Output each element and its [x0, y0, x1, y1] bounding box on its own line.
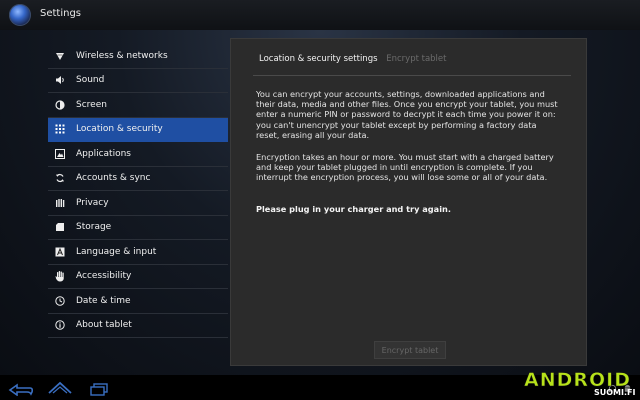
home-icon[interactable] [47, 380, 73, 399]
storage-icon [54, 221, 66, 233]
sidebar-item-screen[interactable]: Screen [48, 93, 228, 118]
sidebar-item-label: Accessibility [76, 271, 132, 282]
back-icon[interactable] [8, 381, 34, 400]
sidebar-item-label: Applications [76, 148, 131, 159]
breadcrumb-location-security[interactable]: Location & security settings [259, 54, 378, 64]
sidebar-item-label: Date & time [76, 295, 131, 306]
sidebar-item-accounts-sync[interactable]: Accounts & sync [48, 167, 228, 191]
watermark-domain: SUOMI.FI [594, 388, 636, 397]
sidebar-item-sound[interactable]: Sound [48, 69, 228, 93]
sidebar-item-label: Wireless & networks [76, 50, 168, 61]
privacy-icon [54, 197, 66, 209]
sidebar-item-label: Sound [76, 75, 105, 86]
encryption-description: You can encrypt your accounts, settings,… [256, 89, 558, 140]
grid-icon [54, 123, 66, 135]
settings-app-icon[interactable] [9, 4, 31, 26]
sync-icon [54, 172, 66, 184]
sidebar-item-label: Language & input [76, 246, 157, 257]
sidebar-item-label: Location & security [76, 124, 163, 135]
brightness-icon [54, 99, 66, 111]
encryption-warning: Encryption takes an hour or more. You mu… [256, 152, 554, 183]
sidebar-item-about-tablet[interactable]: About tablet [48, 314, 228, 338]
sidebar-item-accessibility[interactable]: Accessibility [48, 265, 228, 289]
sidebar-item-date-time[interactable]: Date & time [48, 289, 228, 314]
recent-apps-icon[interactable] [89, 381, 109, 400]
sidebar-item-label: Privacy [76, 197, 109, 208]
speaker-icon [54, 74, 66, 86]
sidebar-item-location-security[interactable]: Location & security [48, 117, 228, 142]
sidebar-item-applications[interactable]: Applications [48, 142, 228, 167]
charger-notice: Please plug in your charger and try agai… [256, 204, 451, 214]
sidebar-item-privacy[interactable]: Privacy [48, 191, 228, 216]
encrypt-tablet-button[interactable]: Encrypt tablet [374, 341, 446, 359]
applications-icon [54, 148, 66, 160]
sidebar-item-wireless-networks[interactable]: Wireless & networks [48, 44, 228, 69]
sidebar-item-label: Screen [76, 99, 107, 110]
sidebar-item-storage[interactable]: Storage [48, 216, 228, 240]
app-title: Settings [40, 8, 82, 19]
hand-icon [54, 270, 66, 282]
settings-sidebar: Wireless & networks Sound Screen Locatio… [48, 44, 228, 338]
breadcrumb-encrypt-tablet: Encrypt tablet [386, 54, 447, 64]
title-bar: Settings [0, 0, 640, 30]
sidebar-item-label: About tablet [76, 320, 132, 331]
encrypt-panel: Location & security settings Encrypt tab… [230, 38, 587, 366]
sidebar-item-label: Accounts & sync [76, 173, 151, 184]
androidsuomi-watermark: ANDROID SUOMI.FI [520, 369, 638, 400]
clock-icon [54, 295, 66, 307]
info-icon [54, 319, 66, 331]
breadcrumb: Location & security settings Encrypt tab… [259, 54, 446, 64]
settings-content: Wireless & networks Sound Screen Locatio… [0, 30, 640, 375]
wifi-icon [54, 50, 66, 62]
sidebar-item-language-input[interactable]: Language & input [48, 240, 228, 265]
sidebar-item-label: Storage [76, 222, 112, 233]
language-icon [54, 246, 66, 258]
breadcrumb-divider [253, 75, 571, 76]
